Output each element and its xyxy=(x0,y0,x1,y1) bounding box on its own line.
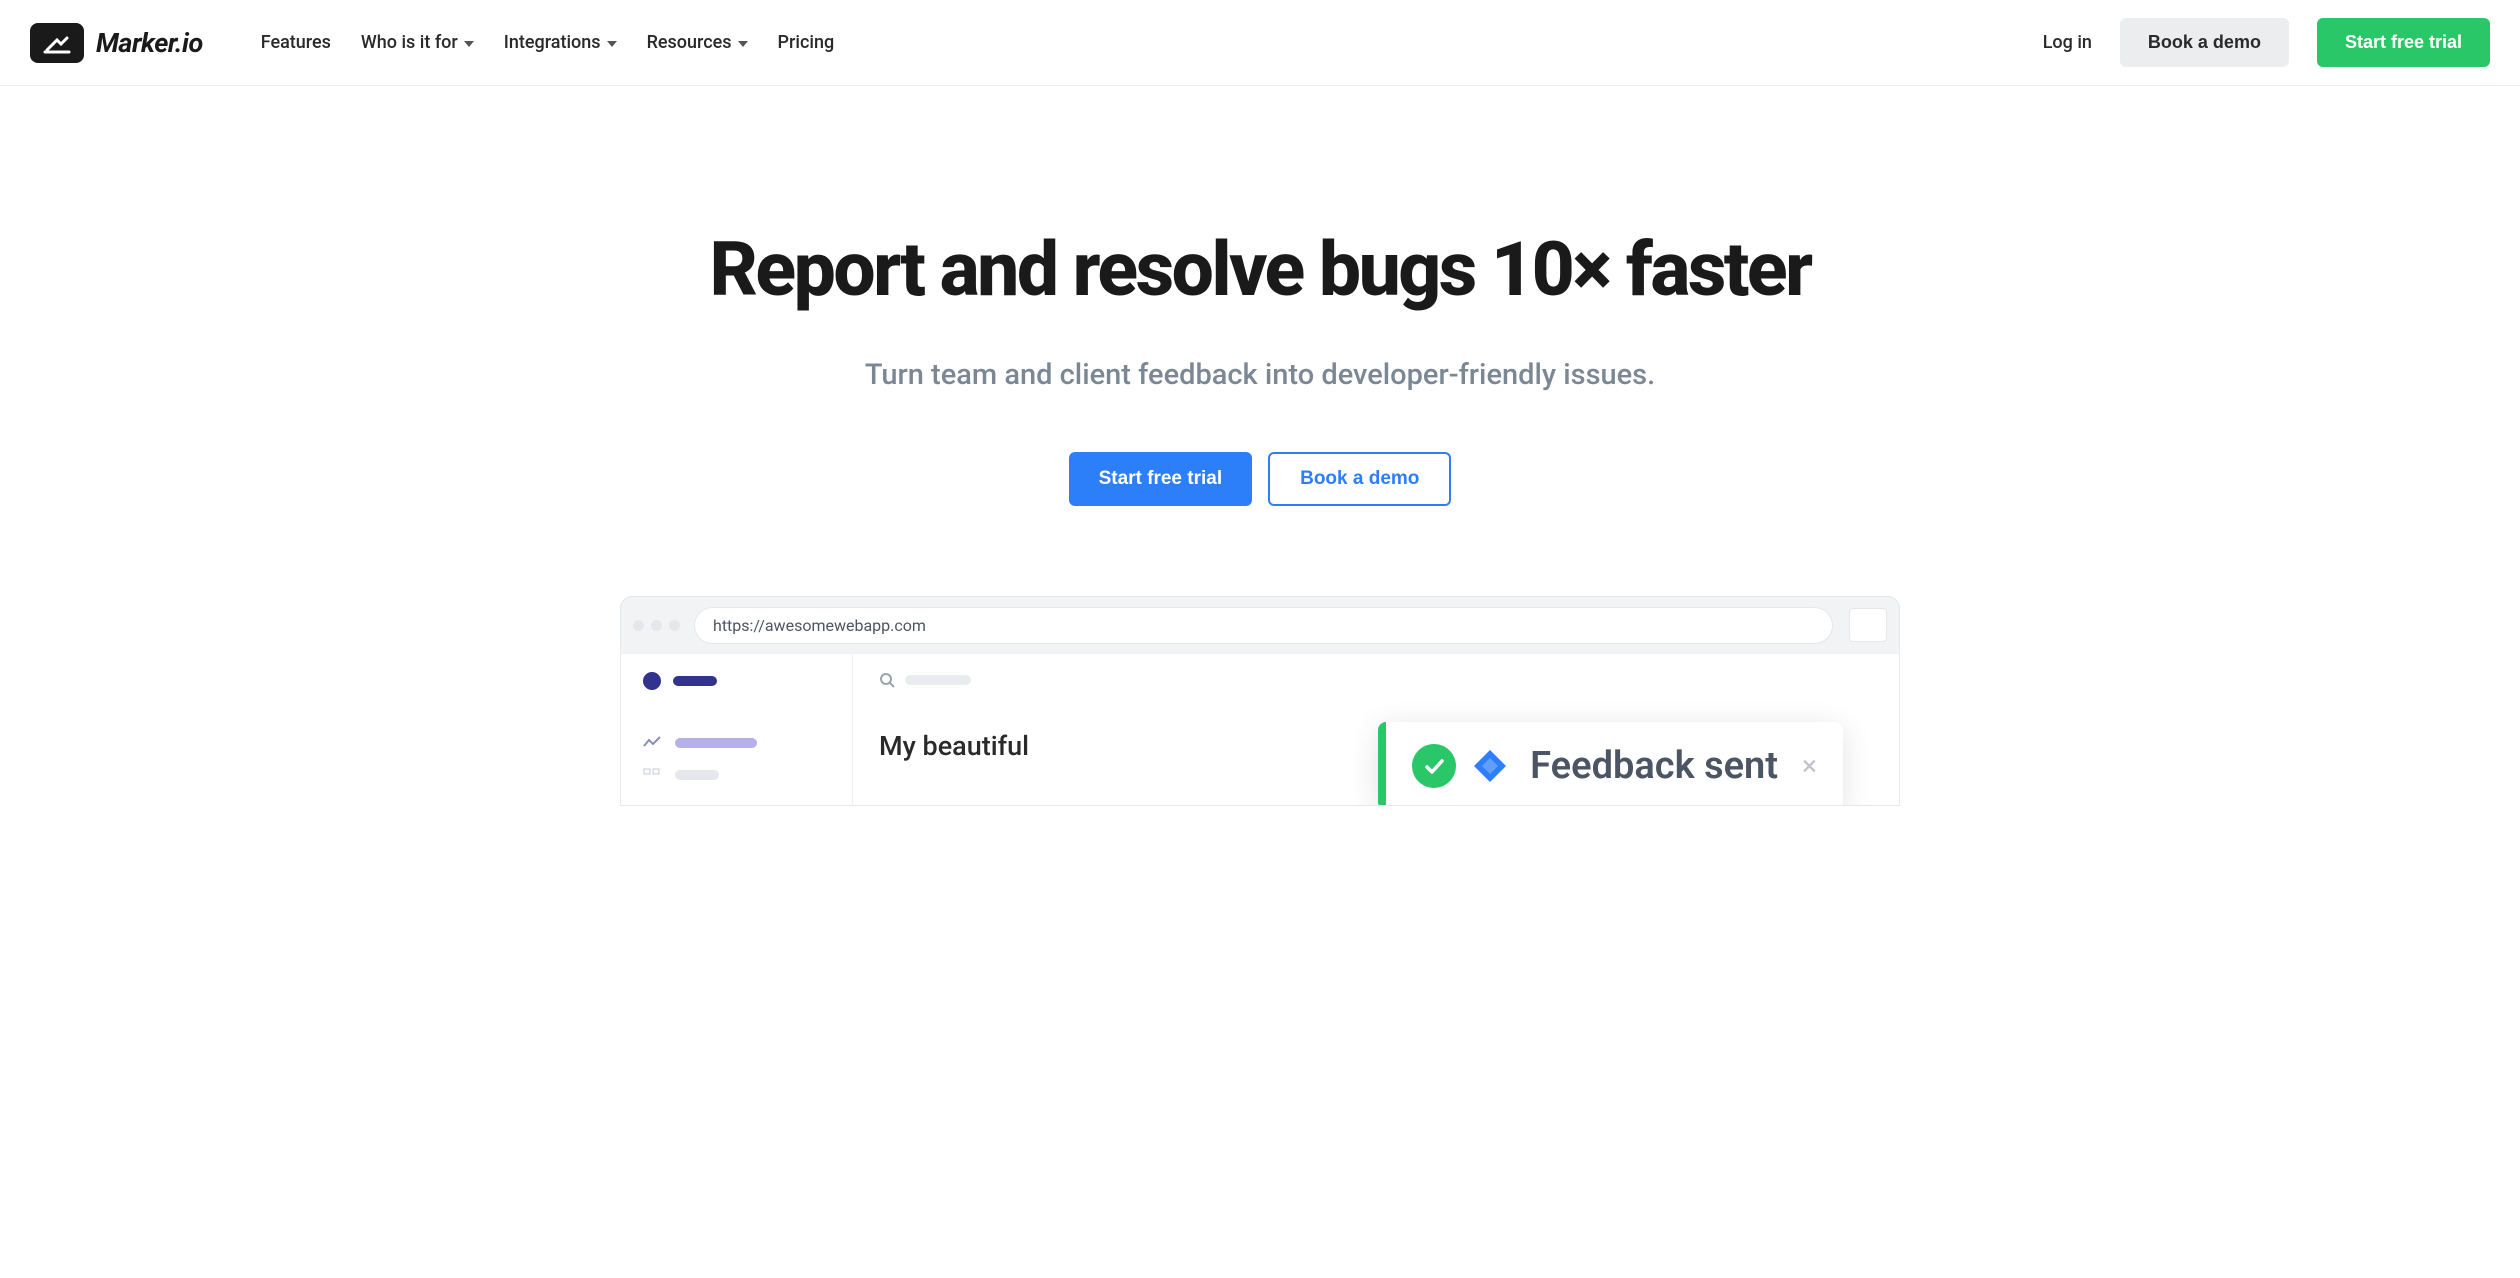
browser-extension-icon xyxy=(1849,608,1887,642)
close-icon[interactable]: × xyxy=(1802,749,1817,782)
mock-sidebar xyxy=(621,654,853,806)
chart-icon xyxy=(643,736,661,750)
nav-item-resources[interactable]: Resources xyxy=(647,32,748,53)
nav-login[interactable]: Log in xyxy=(2043,32,2092,53)
nav-book-demo-button[interactable]: Book a demo xyxy=(2120,18,2289,67)
nav-item-who[interactable]: Who is it for xyxy=(361,32,474,53)
mock-sidebar-item xyxy=(643,768,830,782)
chevron-down-icon xyxy=(607,41,617,47)
mock-brand-icon xyxy=(643,672,830,690)
browser-mock: https://awesomewebapp.com xyxy=(620,596,1900,806)
browser-content: My beautiful Feedback sent × xyxy=(621,654,1899,806)
hero-subheadline: Turn team and client feedback into devel… xyxy=(20,358,2500,392)
nav-start-trial-button[interactable]: Start free trial xyxy=(2317,18,2490,67)
url-bar: https://awesomewebapp.com xyxy=(694,607,1833,644)
nav-item-pricing[interactable]: Pricing xyxy=(778,32,835,53)
logo-text: Marker.io xyxy=(96,27,203,59)
hero: Report and resolve bugs 10× faster Turn … xyxy=(0,86,2520,566)
toast-text: Feedback sent xyxy=(1530,744,1778,788)
search-icon xyxy=(879,672,895,688)
browser-chrome: https://awesomewebapp.com xyxy=(621,597,1899,654)
jira-icon xyxy=(1462,737,1519,794)
mock-sidebar-item xyxy=(643,736,830,750)
logo-mark-icon xyxy=(30,23,84,63)
nav-links: Features Who is it for Integrations Reso… xyxy=(261,32,834,53)
hero-headline: Report and resolve bugs 10× faster xyxy=(20,231,2500,310)
feedback-sent-toast: Feedback sent × xyxy=(1378,722,1843,806)
nav-item-features[interactable]: Features xyxy=(261,32,331,53)
traffic-lights-icon xyxy=(633,620,680,631)
hero-start-trial-button[interactable]: Start free trial xyxy=(1069,452,1253,506)
hero-cta-group: Start free trial Book a demo xyxy=(20,452,2500,506)
chevron-down-icon xyxy=(464,41,474,47)
nav-item-integrations[interactable]: Integrations xyxy=(504,32,617,53)
checkmark-icon xyxy=(1412,744,1456,788)
chevron-down-icon xyxy=(738,41,748,47)
mock-search xyxy=(879,672,1873,688)
hero-book-demo-button[interactable]: Book a demo xyxy=(1268,452,1451,506)
grid-icon xyxy=(643,768,661,782)
top-nav: Marker.io Features Who is it for Integra… xyxy=(0,0,2520,86)
logo[interactable]: Marker.io xyxy=(30,23,203,63)
